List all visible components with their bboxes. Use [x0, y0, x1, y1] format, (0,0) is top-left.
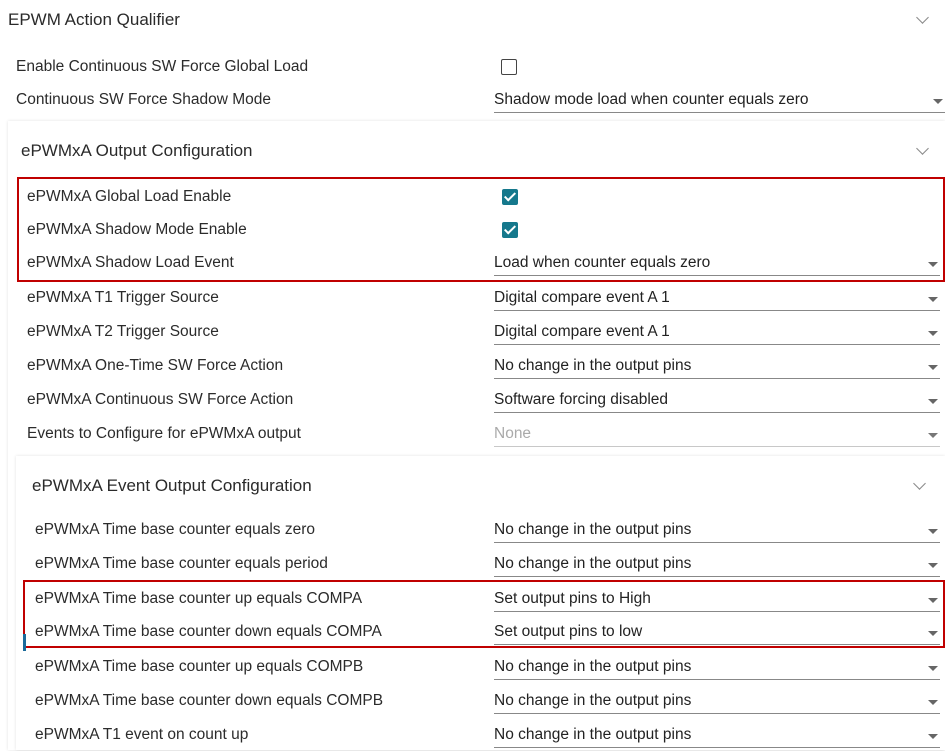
select-value: Digital compare event A 1: [494, 289, 670, 306]
dropdown-arrow-icon: [928, 631, 938, 636]
row-tb-counter-up-equals-compa: ePWMxA Time base counter up equals COMPA…: [0, 583, 945, 615]
dropdown-arrow-icon: [928, 700, 938, 705]
tb-counter-equals-period-select[interactable]: No change in the output pins: [494, 552, 940, 577]
select-value: No change in the output pins: [494, 357, 692, 374]
section-title: ePWMxA Output Configuration: [21, 141, 253, 160]
field-label: ePWMxA T1 event on count up: [35, 726, 249, 743]
section-header-output-config[interactable]: ePWMxA Output Configuration: [8, 131, 945, 171]
field-label: ePWMxA T2 Trigger Source: [27, 323, 219, 340]
dropdown-arrow-icon: [928, 262, 938, 267]
field-label: ePWMxA Time base counter equals period: [35, 555, 328, 572]
tb-counter-down-equals-compb-select[interactable]: No change in the output pins: [494, 689, 940, 714]
field-label: Events to Configure for ePWMxA output: [27, 425, 301, 442]
shadow-load-event-select[interactable]: Load when counter equals zero: [494, 251, 940, 276]
chevron-down-icon[interactable]: [916, 142, 929, 155]
events-to-configure-select[interactable]: None: [494, 422, 940, 447]
row-tb-counter-down-equals-compa: ePWMxA Time base counter down equals COM…: [0, 616, 945, 648]
dropdown-arrow-icon: [928, 598, 938, 603]
field-label: ePWMxA Time base counter up equals COMPA: [35, 590, 363, 607]
row-t1-event-on-count-up: ePWMxA T1 event on count up No change in…: [0, 719, 945, 751]
row-tb-counter-down-equals-compb: ePWMxA Time base counter down equals COM…: [0, 685, 945, 717]
focus-indicator: [23, 634, 26, 651]
row-tb-counter-up-equals-compb: ePWMxA Time base counter up equals COMPB…: [0, 651, 945, 683]
tb-counter-up-equals-compb-select[interactable]: No change in the output pins: [494, 655, 940, 680]
tb-counter-down-equals-compa-select[interactable]: Set output pins to low: [494, 620, 940, 645]
continuous-sw-force-action-select[interactable]: Software forcing disabled: [494, 388, 940, 413]
row-enable-continuous-sw-force: Enable Continuous SW Force Global Load: [0, 51, 945, 83]
select-value: No change in the output pins: [494, 521, 692, 538]
t1-trigger-source-select[interactable]: Digital compare event A 1: [494, 286, 940, 311]
select-value: Software forcing disabled: [494, 391, 669, 408]
dropdown-arrow-icon: [933, 99, 943, 104]
one-time-sw-force-action-select[interactable]: No change in the output pins: [494, 354, 940, 379]
dropdown-arrow-icon: [928, 734, 938, 739]
dropdown-arrow-icon: [928, 666, 938, 671]
select-value: No change in the output pins: [494, 726, 692, 743]
select-value: No change in the output pins: [494, 692, 692, 709]
section-header-action-qualifier[interactable]: EPWM Action Qualifier: [0, 0, 945, 40]
row-t2-trigger-source: ePWMxA T2 Trigger Source Digital compare…: [0, 316, 945, 348]
dropdown-arrow-icon: [928, 365, 938, 370]
select-value: Digital compare event A 1: [494, 323, 670, 340]
row-continuous-sw-force-action: ePWMxA Continuous SW Force Action Softwa…: [0, 384, 945, 416]
tb-counter-equals-zero-select[interactable]: No change in the output pins: [494, 518, 940, 543]
shadow-mode-enable-checkbox[interactable]: [502, 222, 518, 238]
global-load-enable-checkbox[interactable]: [502, 189, 518, 205]
dropdown-arrow-icon: [928, 529, 938, 534]
dropdown-arrow-icon: [928, 297, 938, 302]
select-value: Set output pins to low: [494, 623, 643, 640]
continuous-sw-force-shadow-mode-select[interactable]: Shadow mode load when counter equals zer…: [494, 88, 945, 113]
row-one-time-sw-force-action: ePWMxA One-Time SW Force Action No chang…: [0, 350, 945, 382]
select-value: Set output pins to High: [494, 590, 651, 607]
section-header-event-output-config[interactable]: ePWMxA Event Output Configuration: [16, 466, 945, 506]
dropdown-arrow-icon: [928, 399, 938, 404]
row-global-load-enable: ePWMxA Global Load Enable: [0, 181, 945, 213]
field-label: Enable Continuous SW Force Global Load: [16, 58, 309, 75]
dropdown-arrow-icon: [928, 331, 938, 336]
select-value: None: [494, 425, 532, 442]
row-continuous-sw-force-shadow-mode: Continuous SW Force Shadow Mode Shadow m…: [0, 84, 945, 116]
dropdown-arrow-icon: [928, 433, 938, 438]
row-events-to-configure: Events to Configure for ePWMxA output No…: [0, 418, 945, 450]
field-label: ePWMxA Continuous SW Force Action: [27, 391, 294, 408]
select-value: No change in the output pins: [494, 658, 692, 675]
row-tb-counter-equals-period: ePWMxA Time base counter equals period N…: [0, 548, 945, 580]
enable-continuous-sw-force-checkbox[interactable]: [501, 59, 517, 75]
dropdown-arrow-icon: [928, 563, 938, 568]
field-label: ePWMxA Time base counter down equals COM…: [35, 692, 384, 709]
field-label: ePWMxA Time base counter equals zero: [35, 521, 315, 538]
select-value: No change in the output pins: [494, 555, 692, 572]
field-label: ePWMxA T1 Trigger Source: [27, 289, 219, 306]
chevron-down-icon[interactable]: [913, 477, 926, 490]
field-label: ePWMxA Time base counter up equals COMPB: [35, 658, 364, 675]
field-label: ePWMxA Shadow Mode Enable: [27, 221, 247, 238]
field-label: ePWMxA One-Time SW Force Action: [27, 357, 284, 374]
row-t1-trigger-source: ePWMxA T1 Trigger Source Digital compare…: [0, 282, 945, 314]
field-label: ePWMxA Global Load Enable: [27, 188, 232, 205]
section-title: ePWMxA Event Output Configuration: [32, 476, 312, 495]
row-shadow-mode-enable: ePWMxA Shadow Mode Enable: [0, 214, 945, 246]
t2-trigger-source-select[interactable]: Digital compare event A 1: [494, 320, 940, 345]
field-label: Continuous SW Force Shadow Mode: [16, 91, 272, 108]
chevron-down-icon[interactable]: [916, 11, 929, 24]
t1-event-on-count-up-select[interactable]: No change in the output pins: [494, 723, 940, 748]
tb-counter-up-equals-compa-select[interactable]: Set output pins to High: [494, 587, 940, 612]
row-tb-counter-equals-zero: ePWMxA Time base counter equals zero No …: [0, 514, 945, 546]
select-value: Load when counter equals zero: [494, 254, 711, 271]
field-label: ePWMxA Time base counter down equals COM…: [35, 623, 382, 640]
row-shadow-load-event: ePWMxA Shadow Load Event Load when count…: [0, 247, 945, 279]
section-title: EPWM Action Qualifier: [8, 10, 180, 29]
select-value: Shadow mode load when counter equals zer…: [494, 91, 809, 108]
field-label: ePWMxA Shadow Load Event: [27, 254, 234, 271]
